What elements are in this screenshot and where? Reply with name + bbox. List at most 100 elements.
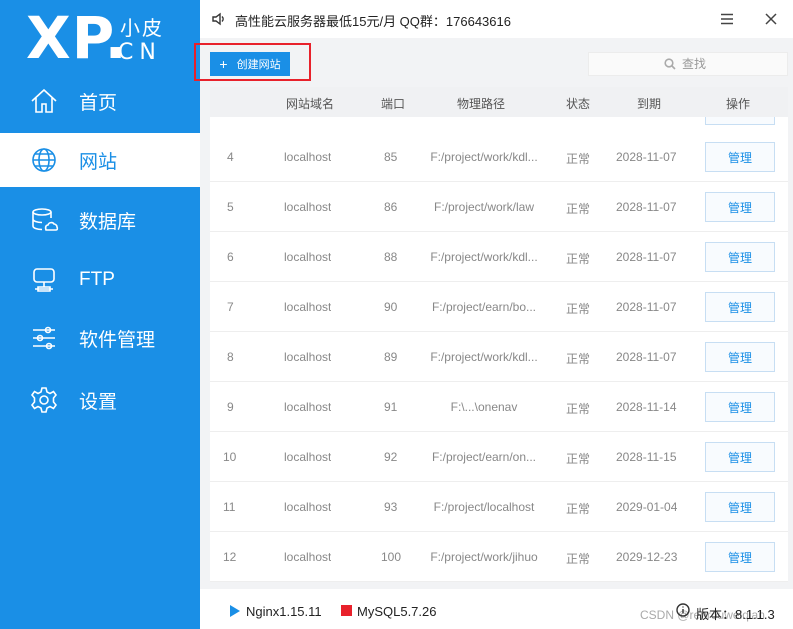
- sidebar-item-home[interactable]: 首页: [0, 74, 200, 128]
- title-bar: 高性能云服务器最低15元/月 QQ群：176643616: [200, 0, 793, 38]
- row-expire: 2028-11-15: [616, 450, 677, 464]
- manage-button[interactable]: 管理: [705, 442, 775, 472]
- sidebar: XP. 小皮 CN 首页 网站 数据库 FTP 软件管理 设置: [0, 0, 200, 629]
- manage-button[interactable]: 管理: [705, 292, 775, 322]
- table-row: 7 localhost 90 F:/project/earn/bo... 正常 …: [210, 282, 788, 332]
- row-status: 正常: [566, 202, 591, 216]
- header-domain: 网站域名: [286, 97, 335, 111]
- announcement-text: 高性能云服务器最低15元/月 QQ群：176643616: [235, 14, 511, 29]
- manage-button[interactable]: 管理: [705, 142, 775, 172]
- row-status: 正常: [566, 352, 591, 366]
- globe-icon: [29, 145, 59, 175]
- row-expire: 2029-12-23: [616, 550, 678, 564]
- sidebar-item-label: 软件管理: [79, 329, 156, 351]
- manage-button[interactable]: 管理: [705, 242, 775, 272]
- row-port: 85: [384, 150, 398, 164]
- play-icon[interactable]: [230, 605, 240, 617]
- row-id: 6: [227, 250, 234, 264]
- row-port: 93: [384, 500, 398, 514]
- row-id: 11: [223, 500, 236, 514]
- row-status: 正常: [566, 302, 591, 316]
- row-id: 10: [223, 450, 237, 464]
- sidebar-item-label: 首页: [79, 92, 118, 114]
- sidebar-item-website[interactable]: 网站: [0, 133, 200, 187]
- table-row: 10 localhost 92 F:/project/earn/on... 正常…: [210, 432, 788, 482]
- row-expire: 2028-11-07: [616, 200, 677, 214]
- table-row: 6 localhost 88 F:/project/work/kdl... 正常…: [210, 232, 788, 282]
- row-path: F:/project/work/law: [433, 200, 535, 214]
- row-path: F:/project/work/kdl...: [430, 250, 538, 264]
- row-domain: localhost: [284, 150, 332, 164]
- row-id: 12: [223, 550, 237, 564]
- row-id: 7: [227, 300, 234, 314]
- database-icon: [29, 205, 59, 235]
- row-domain: localhost: [284, 550, 332, 564]
- row-path: F:/project/work/kdl...: [430, 150, 538, 164]
- header-expire: 到期: [637, 97, 662, 111]
- server-icon: [29, 265, 59, 295]
- row-status: 正常: [566, 452, 591, 466]
- logo-bottom: CN: [118, 40, 162, 65]
- mysql-status: MySQL5.7.26: [357, 604, 437, 619]
- stop-icon[interactable]: [341, 605, 352, 616]
- row-domain: localhost: [284, 500, 332, 514]
- row-path: F:/project/earn/bo...: [431, 300, 537, 314]
- row-port: 100: [381, 550, 402, 564]
- logo-top: 小皮: [120, 18, 164, 40]
- sidebar-item-ftp[interactable]: FTP: [0, 253, 200, 307]
- home-icon: [29, 86, 59, 116]
- row-status: 正常: [566, 252, 591, 266]
- manage-button[interactable]: 管理: [705, 492, 775, 522]
- row-expire: 2029-01-04: [616, 500, 678, 514]
- row-status: 正常: [566, 402, 591, 416]
- nginx-status: Nginx1.15.11: [246, 604, 322, 619]
- manage-button[interactable]: 管理: [705, 342, 775, 372]
- row-expire: 2028-11-07: [616, 250, 677, 264]
- close-icon[interactable]: [760, 8, 782, 30]
- sidebar-item-settings[interactable]: 设置: [0, 373, 200, 427]
- row-id: 8: [227, 350, 234, 364]
- row-domain: localhost: [284, 300, 332, 314]
- search-icon: [664, 58, 676, 70]
- row-expire: 2028-11-07: [616, 150, 677, 164]
- row-id: 4: [227, 150, 234, 164]
- manage-button[interactable]: 管理: [705, 192, 775, 222]
- row-path: F:/project/earn/on...: [431, 450, 537, 464]
- manage-button[interactable]: [705, 117, 775, 125]
- row-status: 正常: [566, 552, 591, 566]
- header-path: 物理路径: [457, 97, 506, 111]
- search-box[interactable]: [588, 52, 788, 76]
- row-port: 88: [384, 250, 398, 264]
- create-website-label: 创建网站: [236, 59, 281, 71]
- sidebar-item-database[interactable]: 数据库: [0, 193, 200, 247]
- row-domain: localhost: [284, 400, 332, 414]
- table-row: 9 localhost 91 F:\...\onenav 正常 2028-11-…: [210, 382, 788, 432]
- row-port: 89: [384, 350, 398, 364]
- menu-icon[interactable]: [716, 8, 738, 30]
- row-domain: localhost: [284, 250, 332, 264]
- sidebar-item-software[interactable]: 软件管理: [0, 311, 200, 365]
- table-row: 12 localhost 100 F:/project/work/jihuo 正…: [210, 532, 788, 582]
- row-port: 86: [384, 200, 398, 214]
- status-bar: Nginx1.15.11 MySQL5.7.26 CSDN @renrouwei…: [200, 589, 793, 629]
- table-row: 8 localhost 89 F:/project/work/kdl... 正常…: [210, 332, 788, 382]
- row-id: 9: [227, 400, 234, 414]
- row-path: F:/project/work/jihuo: [430, 550, 538, 564]
- manage-button[interactable]: 管理: [705, 542, 775, 572]
- create-website-button[interactable]: + 创建网站: [210, 52, 290, 76]
- info-icon[interactable]: [676, 603, 690, 617]
- sidebar-item-label: 设置: [79, 391, 118, 413]
- header-port: 端口: [381, 97, 406, 111]
- row-status: 正常: [566, 152, 591, 166]
- manage-button[interactable]: 管理: [705, 392, 775, 422]
- sliders-icon: [29, 323, 59, 353]
- plus-icon: +: [219, 56, 228, 72]
- gear-icon: [29, 385, 59, 415]
- search-input[interactable]: [682, 57, 712, 71]
- row-port: 92: [384, 450, 398, 464]
- row-expire: 2028-11-14: [616, 400, 677, 414]
- row-expire: 2028-11-07: [616, 300, 677, 314]
- sidebar-item-label: FTP: [79, 269, 115, 290]
- sidebar-item-label: 网站: [79, 151, 118, 173]
- row-port: 90: [384, 300, 398, 314]
